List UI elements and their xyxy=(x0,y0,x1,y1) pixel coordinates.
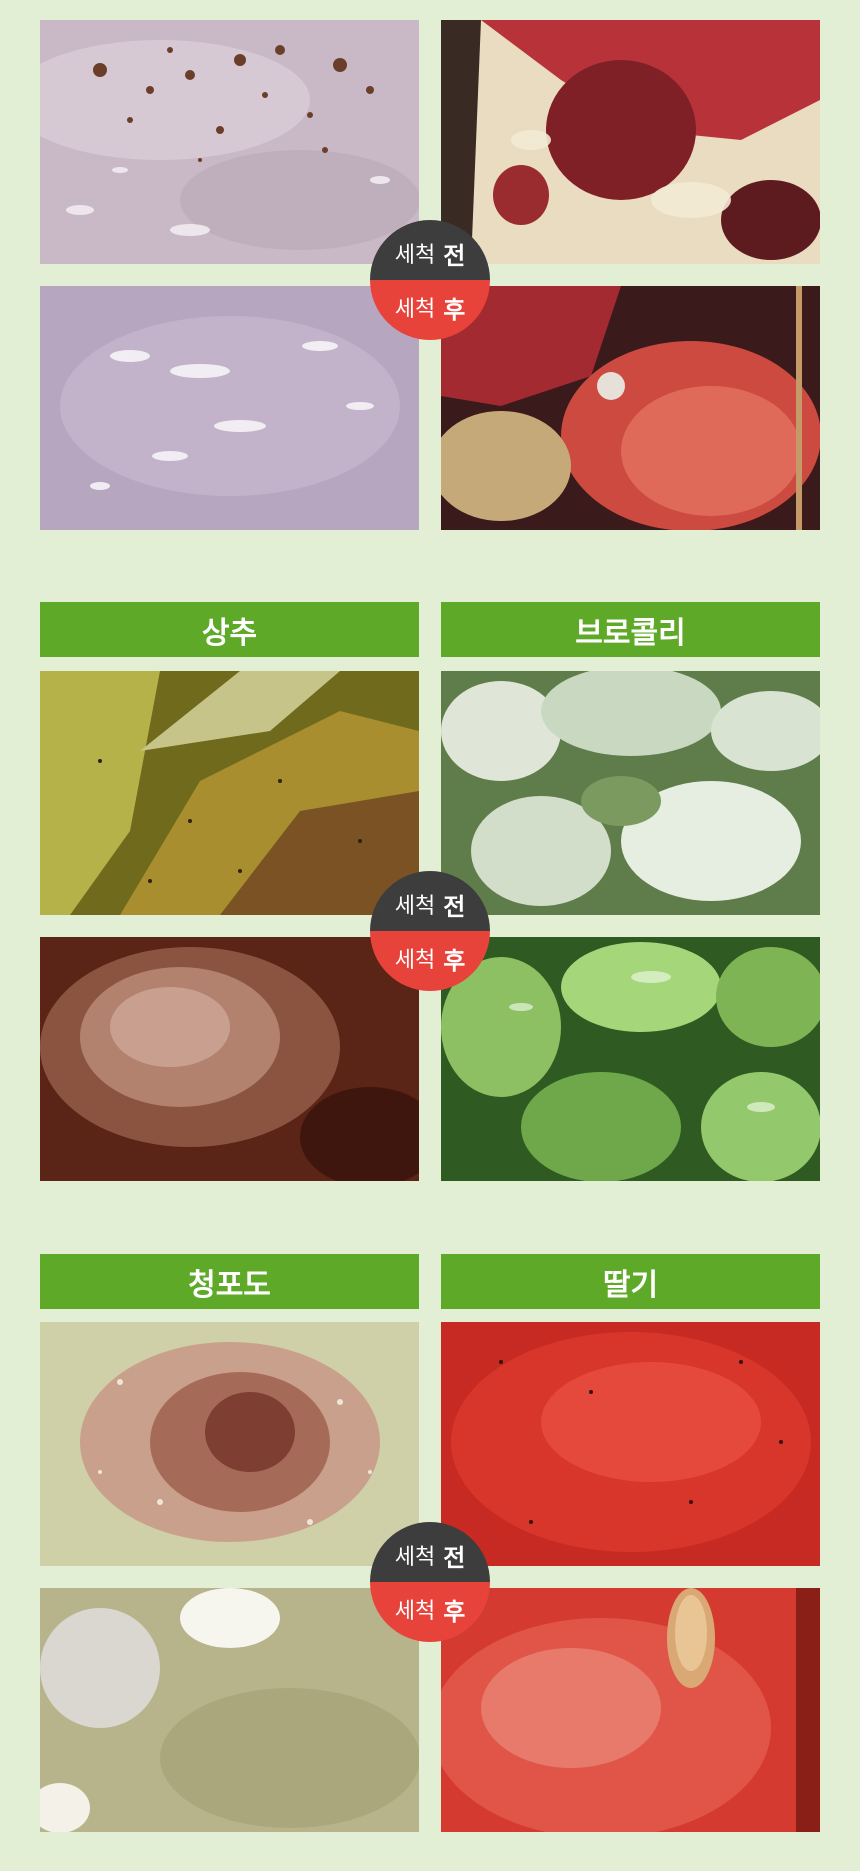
photo-left-after xyxy=(40,286,419,530)
comparison-group-1: 세척 전 세척 후 xyxy=(0,20,860,530)
photo-lettuce-before xyxy=(40,671,419,915)
photo-broccoli-after xyxy=(441,937,820,1181)
photo-left-before xyxy=(40,20,419,264)
photo-lettuce-after xyxy=(40,937,419,1181)
photo-grape-before xyxy=(40,1322,419,1566)
photo-right-after xyxy=(441,286,820,530)
photo-right-before xyxy=(441,20,820,264)
before-after-badge: 세척 전 세척 후 xyxy=(370,220,490,340)
before-after-badge: 세척 전 세척 후 xyxy=(370,1522,490,1642)
photo-strawberry-after xyxy=(441,1588,820,1832)
before-after-badge: 세척 전 세척 후 xyxy=(370,871,490,991)
label-strawberry: 딸기 xyxy=(441,1254,820,1309)
photo-broccoli-before xyxy=(441,671,820,915)
comparison-group-3: 세척 전 세척 후 xyxy=(0,1322,860,1832)
photo-grape-after xyxy=(40,1588,419,1832)
label-green-grape: 청포도 xyxy=(40,1254,419,1309)
label-broccoli: 브로콜리 xyxy=(441,602,820,657)
photo-strawberry-before xyxy=(441,1322,820,1566)
label-lettuce: 상추 xyxy=(40,602,419,657)
comparison-group-2: 세척 전 세척 후 xyxy=(0,671,860,1181)
